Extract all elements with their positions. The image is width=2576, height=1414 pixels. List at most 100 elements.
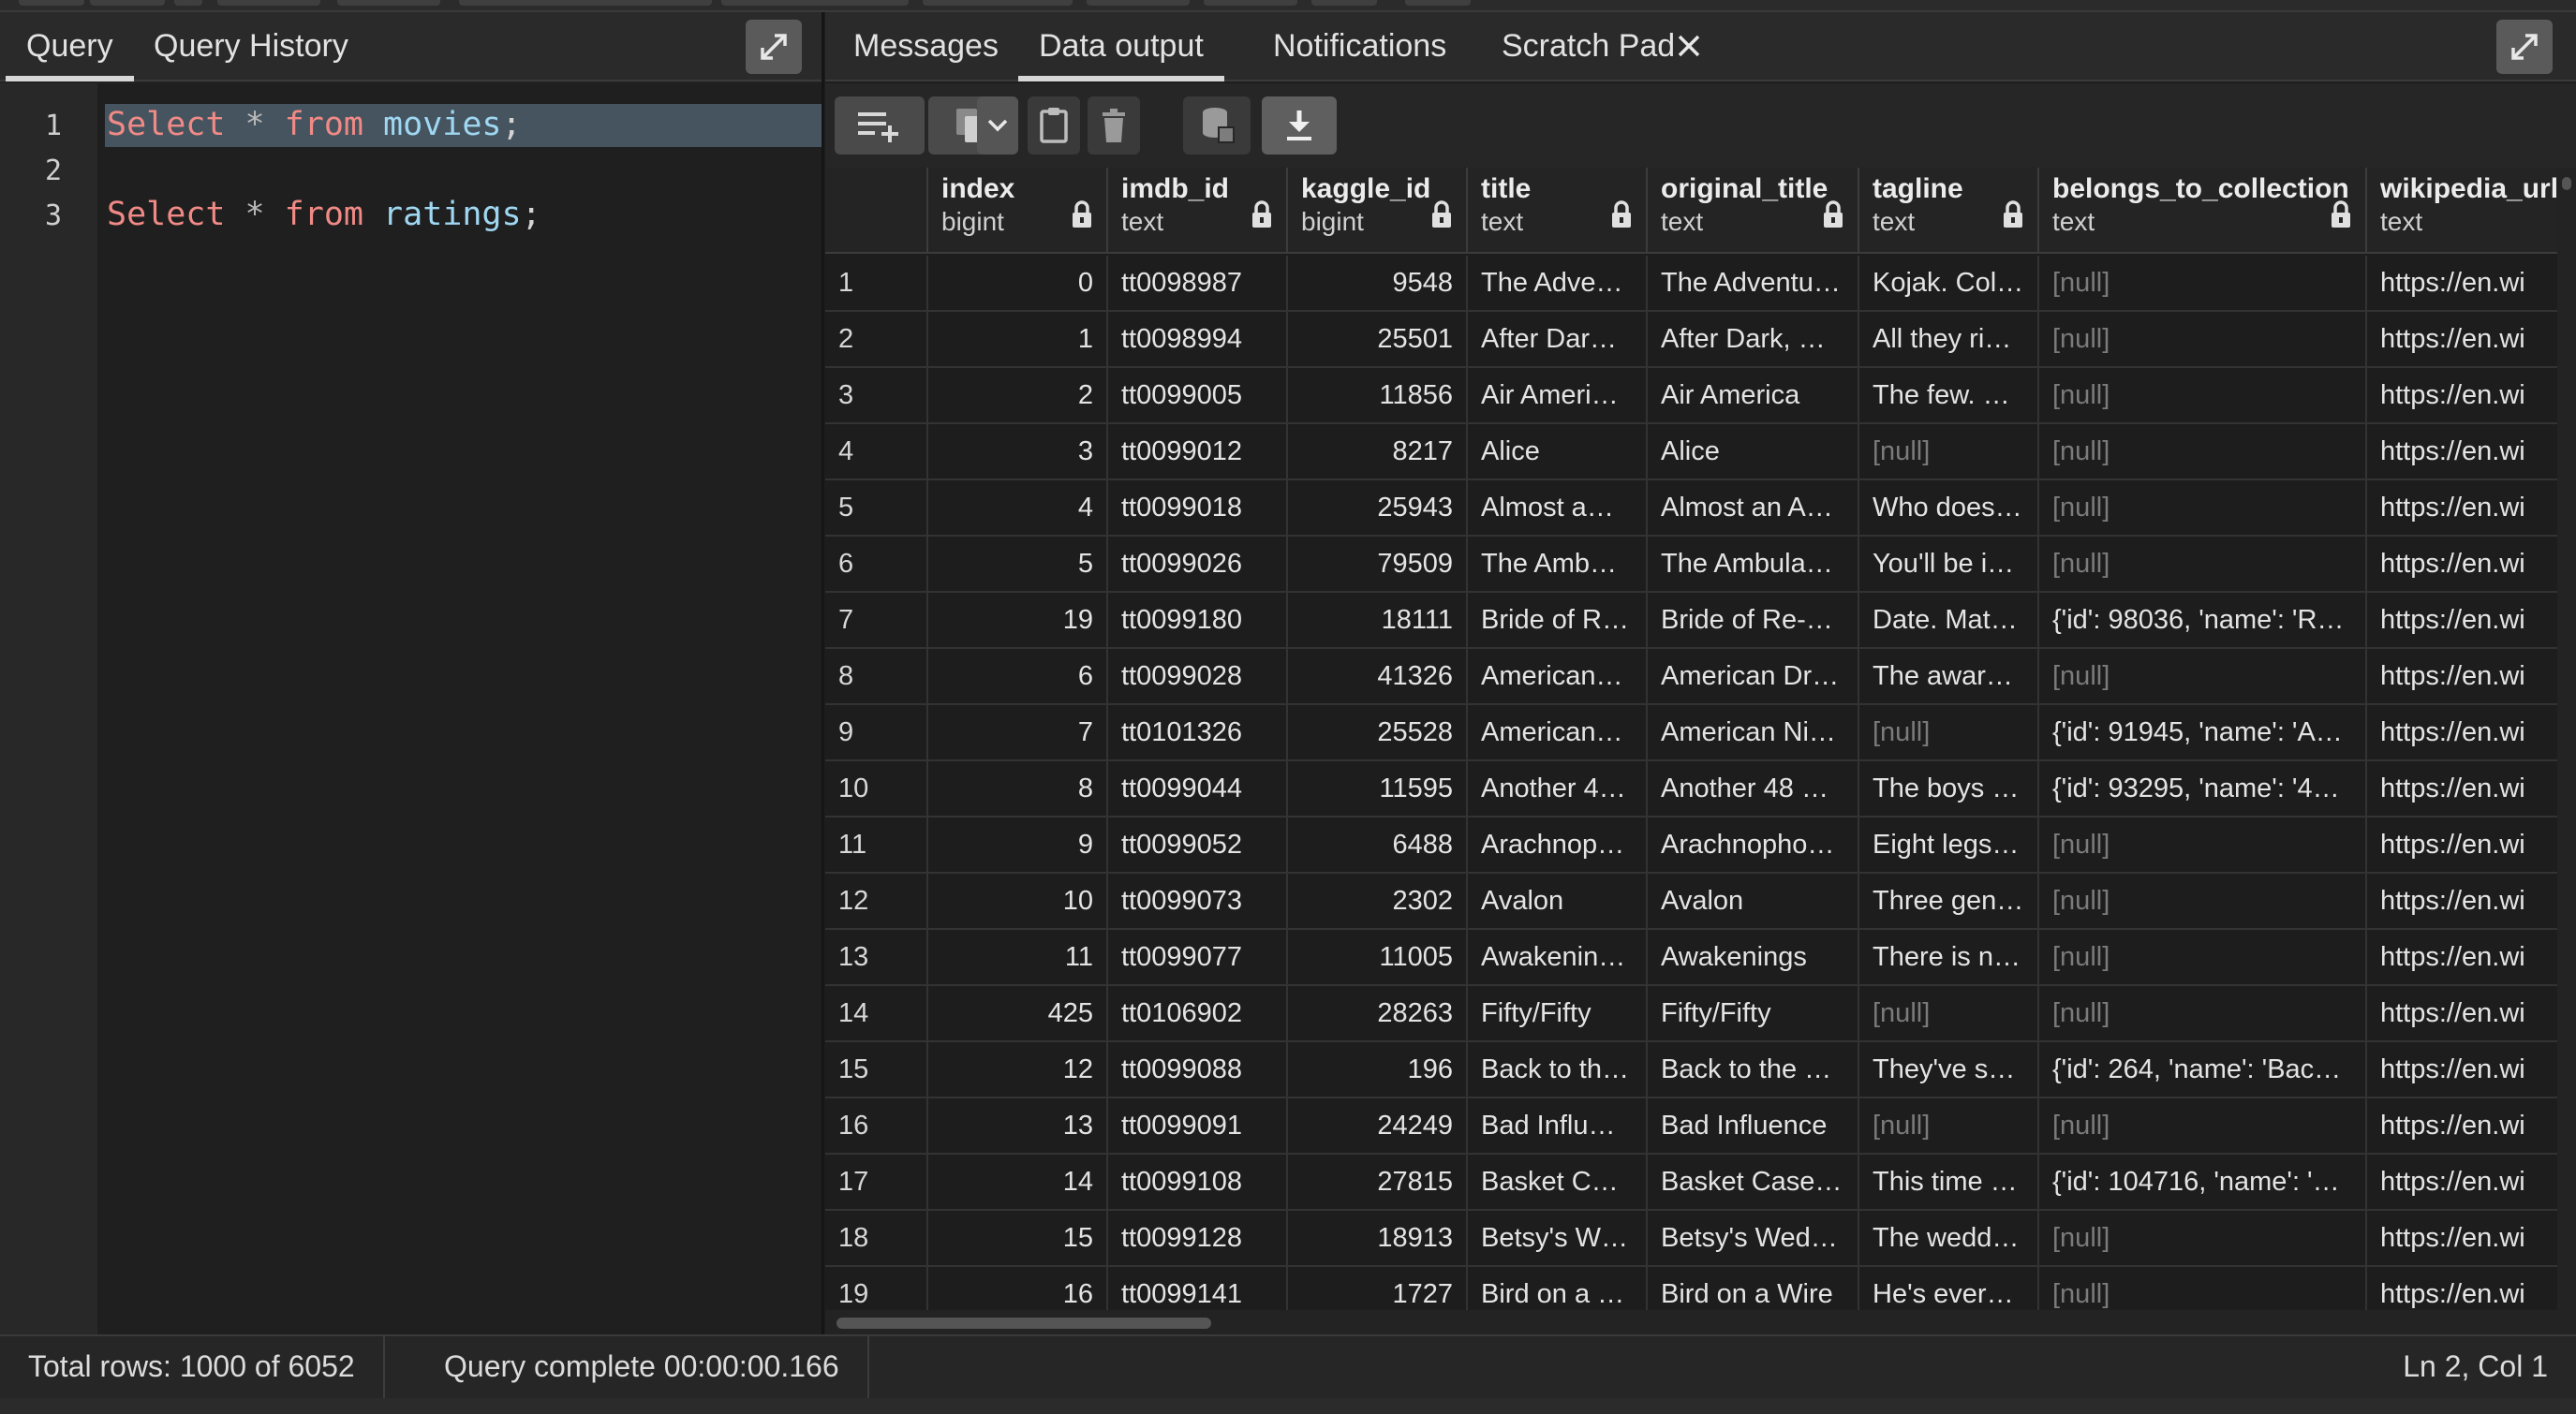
paste-button[interactable] xyxy=(1028,96,1080,155)
cell-index[interactable]: 5 xyxy=(928,537,1108,593)
table-row[interactable]: 9 7 tt0101326 25528 American… American Ni… [nu… xyxy=(825,705,2557,761)
cell-tagline[interactable]: The awar… xyxy=(1859,649,2039,705)
table-row[interactable]: 15 12 tt0099088 196 Back to th… Back to the …… xyxy=(825,1042,2557,1098)
cell-index[interactable]: 19 xyxy=(928,593,1108,649)
cell-kaggle-id[interactable]: 11595 xyxy=(1288,761,1468,817)
cell-imdb-id[interactable]: tt0099012 xyxy=(1108,424,1288,480)
code-line[interactable]: Select * from ratings; xyxy=(107,196,541,233)
cell-tagline[interactable]: The wedd… xyxy=(1859,1211,2039,1267)
cell-kaggle-id[interactable]: 24249 xyxy=(1288,1098,1468,1155)
delete-button[interactable] xyxy=(1088,96,1140,155)
cell-tagline[interactable]: [null] xyxy=(1859,1098,2039,1155)
cell-kaggle-id[interactable]: 41326 xyxy=(1288,649,1468,705)
row-number[interactable]: 2 xyxy=(825,312,928,368)
table-row[interactable]: 4 3 tt0099012 8217 Alice Alice [null] [null] htt… xyxy=(825,424,2557,480)
cell-wikipedia-url[interactable]: https://en.wi xyxy=(2367,649,2557,705)
row-number[interactable]: 17 xyxy=(825,1155,928,1211)
cell-belongs-to-collection[interactable]: {'id': 264, 'name': 'Bac… xyxy=(2039,1042,2367,1098)
cell-wikipedia-url[interactable]: https://en.wi xyxy=(2367,874,2557,930)
column-header-tagline[interactable]: tagline text xyxy=(1859,168,2039,254)
cell-title[interactable]: Fifty/Fifty xyxy=(1468,986,1648,1042)
cell-kaggle-id[interactable]: 8217 xyxy=(1288,424,1468,480)
row-number[interactable]: 12 xyxy=(825,874,928,930)
code-line[interactable]: Select * from movies; xyxy=(107,106,522,143)
cell-index[interactable]: 3 xyxy=(928,424,1108,480)
cell-tagline[interactable]: Kojak. Col… xyxy=(1859,256,2039,312)
table-row[interactable]: 6 5 tt0099026 79509 The Amb… The Ambula… You'l… xyxy=(825,537,2557,593)
table-row[interactable]: 2 1 tt0098994 25501 After Dar… After Dark, … A… xyxy=(825,312,2557,368)
column-header-wikipedia-url[interactable]: wikipedia_url text xyxy=(2367,168,2557,254)
cell-belongs-to-collection[interactable]: {'id': 93295, 'name': '4… xyxy=(2039,761,2367,817)
add-row-button[interactable] xyxy=(835,96,925,155)
cell-title[interactable]: After Dar… xyxy=(1468,312,1648,368)
cell-belongs-to-collection[interactable]: {'id': 91945, 'name': 'A… xyxy=(2039,705,2367,761)
cell-index[interactable]: 12 xyxy=(928,1042,1108,1098)
cell-tagline[interactable]: Who does… xyxy=(1859,480,2039,537)
cell-kaggle-id[interactable]: 25501 xyxy=(1288,312,1468,368)
row-number[interactable]: 8 xyxy=(825,649,928,705)
cell-kaggle-id[interactable]: 25528 xyxy=(1288,705,1468,761)
cell-belongs-to-collection[interactable]: [null] xyxy=(2039,817,2367,874)
cell-wikipedia-url[interactable]: https://en.wi xyxy=(2367,1211,2557,1267)
cell-original-title[interactable]: Bride of Re-… xyxy=(1648,593,1859,649)
cell-tagline[interactable]: You'll be i… xyxy=(1859,537,2039,593)
cell-belongs-to-collection[interactable]: [null] xyxy=(2039,1211,2367,1267)
tab-query[interactable]: Query xyxy=(6,12,134,81)
row-number[interactable]: 3 xyxy=(825,368,928,424)
cell-wikipedia-url[interactable]: https://en.wi xyxy=(2367,593,2557,649)
cell-title[interactable]: Almost a… xyxy=(1468,480,1648,537)
row-number[interactable]: 1 xyxy=(825,256,928,312)
sql-editor[interactable]: 1 2 3 Select * from movies; Select * fro… xyxy=(0,83,822,1334)
cell-index[interactable]: 1 xyxy=(928,312,1108,368)
cell-title[interactable]: Awakenin… xyxy=(1468,930,1648,986)
table-row[interactable]: 17 14 tt0099108 27815 Basket C… Basket Case… T… xyxy=(825,1155,2557,1211)
cell-title[interactable]: American… xyxy=(1468,649,1648,705)
cell-title[interactable]: Bride of R… xyxy=(1468,593,1648,649)
cell-wikipedia-url[interactable]: https://en.wi xyxy=(2367,312,2557,368)
cell-tagline[interactable]: There is n… xyxy=(1859,930,2039,986)
cell-index[interactable]: 13 xyxy=(928,1098,1108,1155)
table-row[interactable]: 8 6 tt0099028 41326 American… American Dr… The… xyxy=(825,649,2557,705)
cell-imdb-id[interactable]: tt0099128 xyxy=(1108,1211,1288,1267)
cell-title[interactable]: Back to th… xyxy=(1468,1042,1648,1098)
cell-index[interactable]: 10 xyxy=(928,874,1108,930)
download-button[interactable] xyxy=(1262,96,1337,155)
cell-belongs-to-collection[interactable]: [null] xyxy=(2039,986,2367,1042)
cell-index[interactable]: 11 xyxy=(928,930,1108,986)
cell-tagline[interactable]: [null] xyxy=(1859,424,2039,480)
cell-title[interactable]: Avalon xyxy=(1468,874,1648,930)
horizontal-scroll-thumb[interactable] xyxy=(836,1318,1211,1329)
cell-wikipedia-url[interactable]: https://en.wi xyxy=(2367,930,2557,986)
cell-belongs-to-collection[interactable]: [null] xyxy=(2039,424,2367,480)
cell-title[interactable]: Alice xyxy=(1468,424,1648,480)
row-number[interactable]: 10 xyxy=(825,761,928,817)
cell-wikipedia-url[interactable]: https://en.wi xyxy=(2367,1155,2557,1211)
cell-tagline[interactable]: He's ever… xyxy=(1859,1267,2039,1310)
cell-imdb-id[interactable]: tt0099108 xyxy=(1108,1155,1288,1211)
cell-original-title[interactable]: Bad Influence xyxy=(1648,1098,1859,1155)
cell-original-title[interactable]: Avalon xyxy=(1648,874,1859,930)
cell-wikipedia-url[interactable]: https://en.wi xyxy=(2367,424,2557,480)
cell-wikipedia-url[interactable]: https://en.wi xyxy=(2367,1098,2557,1155)
cell-original-title[interactable]: American Ni… xyxy=(1648,705,1859,761)
cell-imdb-id[interactable]: tt0106902 xyxy=(1108,986,1288,1042)
table-row[interactable]: 13 11 tt0099077 11005 Awakenin… Awakenings The… xyxy=(825,930,2557,986)
cell-index[interactable]: 9 xyxy=(928,817,1108,874)
cell-kaggle-id[interactable]: 18913 xyxy=(1288,1211,1468,1267)
cell-wikipedia-url[interactable]: https://en.wi xyxy=(2367,705,2557,761)
cell-title[interactable]: Betsy's W… xyxy=(1468,1211,1648,1267)
cell-index[interactable]: 14 xyxy=(928,1155,1108,1211)
cell-belongs-to-collection[interactable]: [null] xyxy=(2039,537,2367,593)
cell-kaggle-id[interactable]: 2302 xyxy=(1288,874,1468,930)
cell-belongs-to-collection[interactable]: [null] xyxy=(2039,930,2367,986)
column-header-kaggle-id[interactable]: kaggle_id bigint xyxy=(1288,168,1468,254)
column-header-belongs-to-collection[interactable]: belongs_to_collection text xyxy=(2039,168,2367,254)
table-row[interactable]: 12 10 tt0099073 2302 Avalon Avalon Three gen…[… xyxy=(825,874,2557,930)
row-number[interactable]: 18 xyxy=(825,1211,928,1267)
cell-title[interactable]: American… xyxy=(1468,705,1648,761)
cell-tagline[interactable]: This time … xyxy=(1859,1155,2039,1211)
cell-tagline[interactable]: Three gen… xyxy=(1859,874,2039,930)
tab-data-output[interactable]: Data output xyxy=(1018,12,1224,81)
cell-imdb-id[interactable]: tt0098987 xyxy=(1108,256,1288,312)
column-header-imdb-id[interactable]: imdb_id text xyxy=(1108,168,1288,254)
